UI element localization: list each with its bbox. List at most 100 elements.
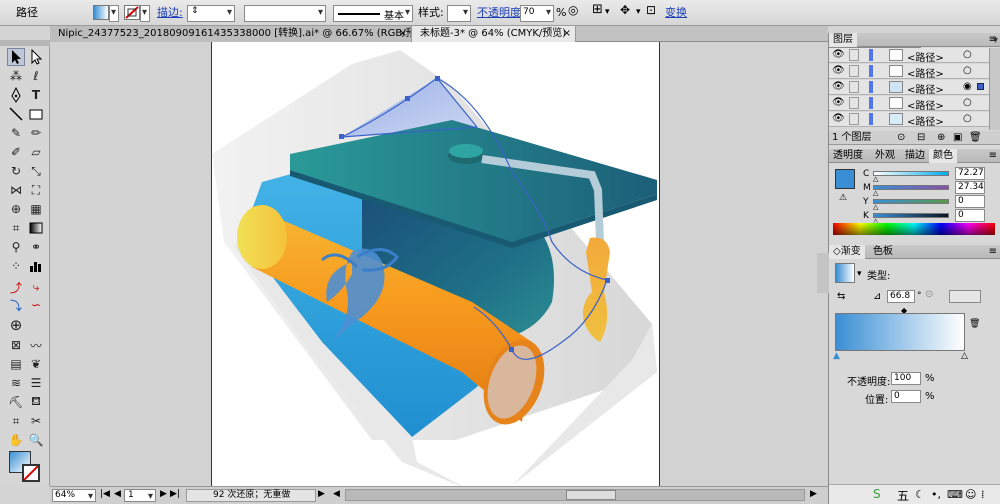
- brush-definition-dropdown[interactable]: 基本: [333, 5, 413, 22]
- anchor-point[interactable]: [435, 76, 440, 81]
- variable-width-dropdown[interactable]: [244, 5, 326, 22]
- style-dropdown[interactable]: [447, 5, 471, 22]
- channel-slider-m[interactable]: [873, 185, 949, 190]
- live-paint-select-tool-icon[interactable]: ⛾: [27, 393, 45, 411]
- isolate-dropdown-icon[interactable]: ▾: [636, 6, 641, 19]
- gradient-preview-swatch[interactable]: [835, 263, 855, 283]
- pen-tool-icon[interactable]: [7, 86, 25, 104]
- opacity-field[interactable]: 70: [520, 5, 554, 22]
- warp-tool-icon[interactable]: 〰: [27, 336, 45, 354]
- selection-indicator[interactable]: [977, 83, 984, 90]
- delete-layer-icon[interactable]: 🗑: [969, 131, 982, 144]
- stroke-swatch[interactable]: [124, 5, 140, 20]
- hscroll-right-icon[interactable]: ▶: [810, 489, 817, 499]
- channel-value-m[interactable]: 27.34: [955, 181, 985, 194]
- aspect-ratio-icon[interactable]: ⊙: [925, 289, 933, 300]
- user-icon[interactable]: ☺: [965, 488, 976, 501]
- knife-tool-icon[interactable]: ✂: [27, 412, 45, 430]
- hscroll-left-icon[interactable]: ◀: [333, 489, 340, 499]
- selection-tool-icon[interactable]: [7, 48, 25, 66]
- panel-menu-icon[interactable]: ≡: [989, 149, 997, 162]
- slice-tool-icon[interactable]: ▤: [7, 355, 25, 373]
- target-circle-icon[interactable]: ○: [963, 49, 972, 60]
- artwork[interactable]: [212, 42, 659, 486]
- channel-slider-y[interactable]: [873, 199, 949, 204]
- path-tool-c-icon[interactable]: ⤵: [7, 296, 25, 314]
- angle-icon[interactable]: ⊿: [873, 291, 881, 302]
- wrinkle-tool-icon[interactable]: ≋: [7, 374, 25, 392]
- delete-stop-icon[interactable]: 🗑: [969, 319, 980, 329]
- anchor-point[interactable]: [405, 96, 410, 101]
- artboard[interactable]: [211, 42, 660, 486]
- target-circle-icon[interactable]: ○: [963, 113, 972, 124]
- slider-thumb[interactable]: △: [873, 175, 878, 183]
- channel-value-y[interactable]: 0: [955, 195, 985, 208]
- gradient-stop-end[interactable]: △: [961, 351, 968, 361]
- tab-swatches[interactable]: 色板: [869, 245, 897, 259]
- stroke-weight-field[interactable]: ⇕: [187, 5, 235, 22]
- tab-gradient[interactable]: ◇渐变: [829, 245, 865, 259]
- last-page-icon[interactable]: ▶|: [170, 489, 180, 499]
- tab-color[interactable]: 颜色: [929, 149, 957, 163]
- prev-page-icon[interactable]: ◀: [114, 489, 121, 499]
- target-circle-icon[interactable]: ○: [963, 97, 972, 108]
- eraser-tool-icon[interactable]: ▱: [27, 143, 45, 161]
- lock-toggle[interactable]: [849, 81, 859, 93]
- color-spectrum-ramp[interactable]: [833, 223, 995, 235]
- width-tool-icon[interactable]: ⋈: [7, 181, 25, 199]
- gradient-angle-field[interactable]: 66.8: [887, 290, 915, 303]
- pencil-tool-icon[interactable]: ✏: [27, 124, 45, 142]
- free-transform-tool-icon[interactable]: ⛶: [27, 181, 45, 199]
- anchor-point[interactable]: [605, 278, 610, 283]
- zoom-tool-icon[interactable]: 🔍: [27, 431, 45, 449]
- slider-thumb[interactable]: △: [873, 203, 878, 211]
- align-dropdown-icon[interactable]: ▾: [605, 6, 610, 19]
- horizontal-scroll-thumb[interactable]: [566, 490, 616, 500]
- stroke-link[interactable]: 描边:: [157, 6, 183, 19]
- line-tool-icon[interactable]: [7, 105, 25, 123]
- keyboard-icon[interactable]: ⌨: [947, 488, 963, 501]
- isolate-icon[interactable]: ✥: [620, 4, 630, 17]
- path-tool-a-icon[interactable]: ⤴: [7, 278, 25, 296]
- layers-panel-header[interactable]: 图层 ≡: [829, 33, 1000, 47]
- slider-thumb[interactable]: △: [873, 189, 878, 197]
- gradient-slider-bar[interactable]: [835, 313, 965, 351]
- layer-label[interactable]: <路径>: [907, 113, 944, 128]
- stop-opacity-field[interactable]: 100: [891, 372, 921, 385]
- anchor-point[interactable]: [509, 347, 514, 352]
- ime-logo-icon[interactable]: S: [873, 487, 881, 501]
- type-tool-icon[interactable]: T: [27, 86, 45, 104]
- channel-slider-c[interactable]: [873, 171, 949, 176]
- blend-tool-icon[interactable]: ⚭: [27, 238, 45, 256]
- stroke-color-box[interactable]: [22, 464, 40, 482]
- canvas-workspace[interactable]: [50, 42, 828, 486]
- aspect-ratio-field[interactable]: [949, 290, 981, 303]
- eyedropper-tool-icon[interactable]: ⚲: [7, 238, 25, 256]
- layer-label[interactable]: <路径>: [907, 65, 944, 80]
- layer-label[interactable]: <路径>: [907, 97, 944, 112]
- page-dropdown[interactable]: 1: [124, 489, 156, 502]
- eye-icon[interactable]: 👁: [832, 49, 845, 60]
- gradient-tool-icon[interactable]: [27, 219, 45, 237]
- channel-value-c[interactable]: 72.27: [955, 167, 985, 180]
- layer-row-selected[interactable]: 👁 <路径> ◉: [829, 80, 989, 96]
- channel-slider-k[interactable]: [873, 213, 949, 218]
- crop-tool-icon[interactable]: ⌗: [7, 412, 25, 430]
- paintbrush-tool-icon[interactable]: ✎: [7, 124, 25, 142]
- document-tab-2[interactable]: 未标题-3* @ 64% (CMYK/预览) ×: [412, 26, 576, 42]
- blob-brush-tool-icon[interactable]: ✐: [7, 143, 25, 161]
- moon-icon[interactable]: ☾: [915, 488, 925, 501]
- rotate-tool-icon[interactable]: ↻: [7, 162, 25, 180]
- tab-stroke[interactable]: 描边: [901, 149, 929, 163]
- channel-value-k[interactable]: 0: [955, 209, 985, 222]
- reverse-gradient-icon[interactable]: ⇆: [837, 291, 845, 302]
- fill-dropdown[interactable]: [109, 5, 119, 22]
- clipping-mask-icon[interactable]: ⊟: [917, 131, 925, 144]
- horizontal-scrollbar[interactable]: [345, 489, 805, 501]
- zoom-dropdown[interactable]: 64%: [52, 489, 96, 502]
- layer-row[interactable]: 👁 <路径> ○: [829, 112, 989, 128]
- align-icon[interactable]: ⊞: [592, 3, 603, 16]
- transform-link[interactable]: 变换: [665, 6, 687, 19]
- panel-menu-icon[interactable]: ≡: [989, 245, 997, 258]
- direct-selection-tool-icon[interactable]: [27, 48, 45, 66]
